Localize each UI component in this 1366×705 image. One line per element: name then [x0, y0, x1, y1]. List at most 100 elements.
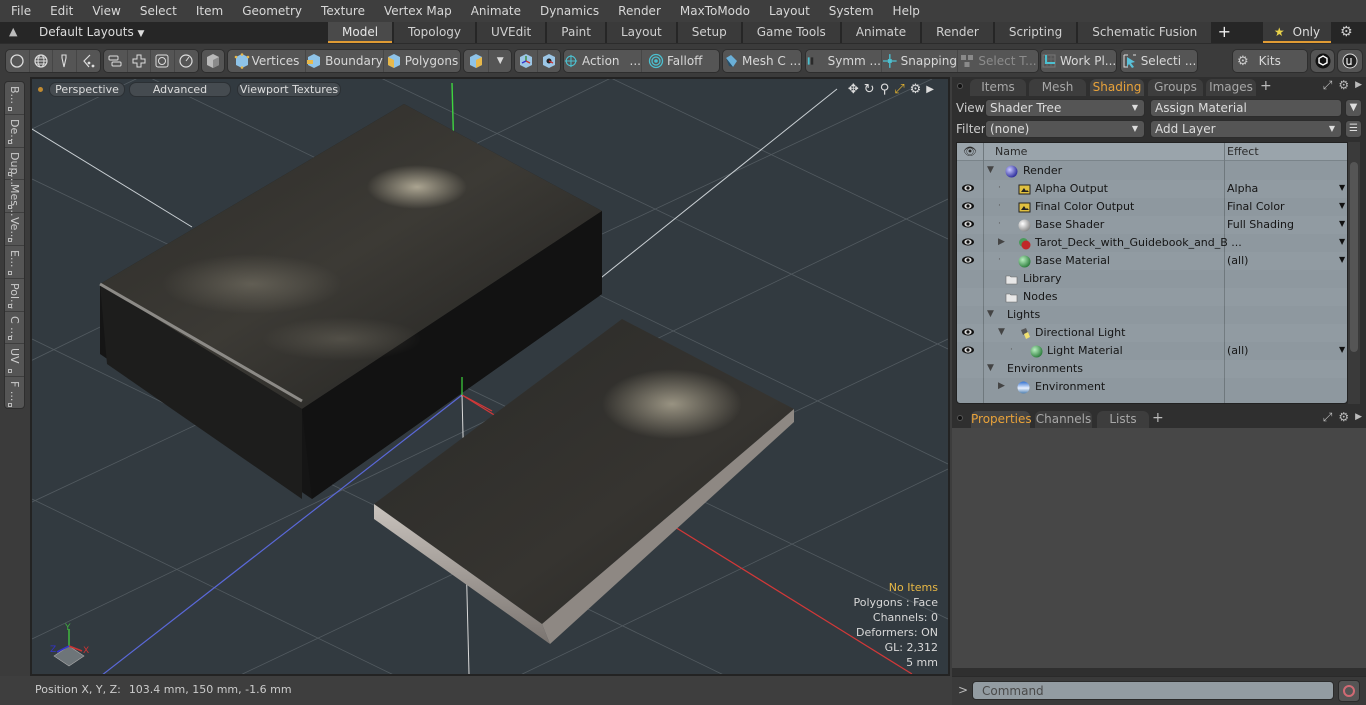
tree-row[interactable]: ▶ Environment [957, 378, 1347, 396]
action-center-button[interactable]: Action... [564, 50, 642, 72]
tool-tab-f[interactable]: F ... [5, 377, 24, 410]
tab-game-tools[interactable]: Game Tools [742, 22, 842, 43]
tab-uvedit[interactable]: UVEdit [477, 22, 548, 43]
tab-channels[interactable]: Channels [1035, 411, 1092, 428]
scrollbar-thumb[interactable] [1350, 162, 1358, 352]
menu-item[interactable]: Item [185, 0, 231, 22]
visibility-eye-icon[interactable] [961, 218, 977, 232]
mesh-cleanup-button[interactable]: Mesh C ... [723, 50, 801, 72]
tab-model[interactable]: Model [328, 22, 395, 43]
tool-tab-ve[interactable]: Ve... [5, 213, 24, 246]
menu-file[interactable]: File [0, 0, 39, 22]
menu-system[interactable]: System [818, 0, 882, 22]
menu-texture[interactable]: Texture [310, 0, 373, 22]
selection-sets-button[interactable]: Selecti ... [1121, 50, 1197, 72]
view-dropdown[interactable]: Shader Tree ▼ [985, 99, 1145, 117]
tree-row[interactable]: Nodes [957, 288, 1347, 306]
panel-gear-icon[interactable]: ⚙ [1338, 78, 1349, 93]
visibility-eye-icon[interactable] [961, 182, 977, 196]
effect-dropdown-arrow-icon[interactable]: ▼ [1339, 219, 1345, 228]
menu-layout[interactable]: Layout [758, 0, 818, 22]
effect-column-header[interactable]: Effect [1227, 145, 1259, 158]
tool-tab-dup[interactable]: Dup... [5, 148, 24, 185]
globe-button[interactable] [30, 50, 53, 72]
expand-down-icon[interactable]: ▼ [998, 327, 1005, 337]
menu-maxtomodo[interactable]: MaxToModo [669, 0, 758, 22]
effect-dropdown-arrow-icon[interactable]: ▼ [1339, 237, 1345, 246]
add-layer-dropdown[interactable]: Add Layer ▼ [1150, 120, 1342, 138]
tree-row[interactable]: · Base Shader Full Shading ▼ [957, 216, 1347, 234]
tab-render[interactable]: Render [922, 22, 995, 43]
menu-geometry[interactable]: Geometry [231, 0, 310, 22]
viewport-gear-icon[interactable]: ⚙ [910, 82, 922, 97]
tab-animate[interactable]: Animate [841, 22, 923, 43]
tree-item-effect[interactable]: Full Shading [1227, 218, 1294, 231]
visibility-eye-icon[interactable] [961, 254, 977, 268]
tool-tab-pol[interactable]: Pol... [5, 279, 24, 312]
symmetry-button[interactable]: Symm ... [806, 50, 882, 72]
menu-render[interactable]: Render [607, 0, 669, 22]
unwrap-button[interactable] [128, 50, 151, 72]
viewport-menu-dot[interactable] [38, 87, 43, 92]
tree-row[interactable]: · Alpha Output Alpha ▼ [957, 180, 1347, 198]
effect-dropdown-arrow-icon[interactable]: ▼ [1339, 183, 1345, 192]
tree-row[interactable]: · Light Material (all) ▼ [957, 342, 1347, 360]
tree-row[interactable]: · Final Color Output Final Color ▼ [957, 198, 1347, 216]
pen-button[interactable] [53, 50, 77, 72]
shading-mode-button[interactable]: Advanced [129, 82, 231, 97]
list-options-button[interactable]: ☰ [1345, 120, 1362, 138]
panel-arrow-icon[interactable]: ▶ [1355, 410, 1362, 425]
tool-tab-e[interactable]: E... [5, 246, 24, 279]
tree-item-effect[interactable]: (all) [1227, 254, 1248, 267]
work-plane-button[interactable]: Work Pl... [1041, 50, 1116, 72]
add-panel-tab-icon[interactable]: + [1152, 410, 1164, 426]
tool-tab-c[interactable]: C ... [5, 312, 24, 345]
tree-row[interactable]: ▼ Lights [957, 306, 1347, 324]
add-panel-tab-icon[interactable]: + [1260, 78, 1272, 94]
tab-topology[interactable]: Topology [394, 22, 478, 43]
panel-menu-dot[interactable] [957, 83, 963, 89]
lasso-button[interactable] [77, 50, 100, 72]
tab-lists[interactable]: Lists [1097, 411, 1149, 428]
effect-dropdown-arrow-icon[interactable]: ▼ [1339, 255, 1345, 264]
filter-dropdown[interactable]: (none) ▼ [985, 120, 1145, 138]
menu-help[interactable]: Help [882, 0, 928, 22]
3d-viewport[interactable]: Y X Z Perspective Advanced Viewport Text… [30, 77, 950, 676]
tab-items[interactable]: Items [970, 79, 1026, 96]
expand-right-icon[interactable]: ▶ [998, 237, 1005, 247]
tab-groups[interactable]: Groups [1148, 79, 1203, 96]
target-button[interactable] [151, 50, 175, 72]
snapping-button[interactable]: Snapping [882, 50, 958, 72]
boundary-button[interactable]: Boundary [306, 50, 384, 72]
filter-funnel-button[interactable]: ▼ [1345, 99, 1362, 117]
visibility-eye-icon[interactable] [961, 236, 977, 250]
maximize-view-icon[interactable]: ⤢ [894, 82, 904, 97]
tab-mesh-ops[interactable]: Mesh Ops [1029, 79, 1086, 111]
expand-panel-icon[interactable]: ⤢ [1323, 410, 1333, 425]
center-pivot-button[interactable] [515, 50, 538, 72]
expand-panel-icon[interactable]: ⤢ [1323, 78, 1333, 93]
visibility-eye-icon[interactable] [961, 326, 977, 340]
tree-item-effect[interactable]: (all) [1227, 344, 1248, 357]
tab-shading[interactable]: Shading [1090, 79, 1144, 96]
tree-item-effect[interactable]: Final Color [1227, 200, 1285, 213]
tab-paint[interactable]: Paint [547, 22, 607, 43]
expand-down-icon[interactable]: ▼ [987, 309, 994, 319]
expand-right-icon[interactable]: ▶ [998, 381, 1005, 391]
falloff-button[interactable]: Falloff [642, 50, 719, 72]
menu-vertex-map[interactable]: Vertex Map [373, 0, 460, 22]
zoom-view-icon[interactable]: ⚲ [880, 82, 890, 97]
add-tab-plus-icon[interactable]: + [1213, 22, 1235, 43]
tree-row[interactable]: ▼ Environments [957, 360, 1347, 378]
pivot-button[interactable] [538, 50, 560, 72]
material-mode-dropdown[interactable]: ▼ [489, 50, 511, 72]
tab-properties[interactable]: Properties [971, 411, 1032, 428]
item-mode-button[interactable] [202, 50, 224, 72]
tree-row[interactable]: · Base Material (all) ▼ [957, 252, 1347, 270]
polygons-button[interactable]: Polygons [384, 50, 460, 72]
tab-setup[interactable]: Setup [677, 22, 743, 43]
unity-button[interactable] [1311, 50, 1334, 72]
tree-row[interactable]: ▼ Directional Light [957, 324, 1347, 342]
tab-layout[interactable]: Layout [606, 22, 678, 43]
tree-row[interactable]: ▶ Tarot_Deck_with_Guidebook_and_B ... ▼ [957, 234, 1347, 252]
